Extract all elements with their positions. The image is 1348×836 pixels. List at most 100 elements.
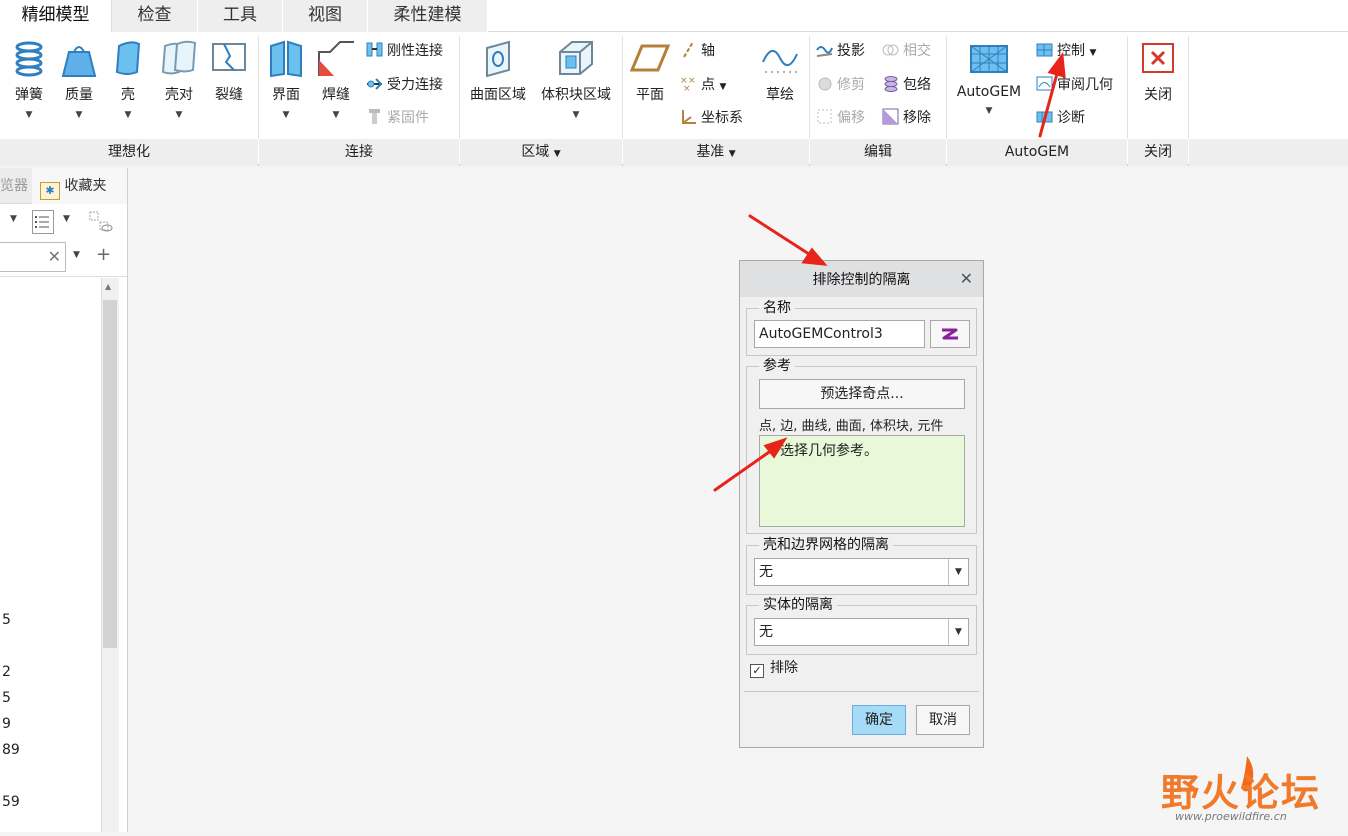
search-input[interactable]: ✕ [0,242,66,272]
autogem-label: AutoGEM [956,84,1022,100]
offset-button[interactable]: 偏移 [816,107,865,129]
tree-item[interactable]: 5 [2,612,11,628]
wrap-button[interactable]: 包络 [882,74,931,96]
close-tab-button[interactable]: 关闭 [1136,38,1180,104]
divider [459,36,460,139]
filter-icon[interactable] [88,210,114,234]
rigid-link-button[interactable]: 刚性连接 [366,40,443,62]
sketch-button[interactable]: 草绘 [758,38,802,104]
preselect-singularity-button[interactable]: 预选择奇点... [759,379,965,409]
shell-pair-button[interactable]: 壳对 ▼ [156,38,202,120]
add-icon[interactable]: + [96,244,111,265]
chevron-down-icon: ▼ [985,106,993,116]
fastener-icon [369,109,380,124]
intersect-button[interactable]: 相交 [882,40,931,62]
project-label: 投影 [837,43,865,59]
review-geometry-label: 审阅几何 [1057,77,1113,93]
reference-collector[interactable]: 选择几何参考。 [759,435,965,527]
chevron-down-icon[interactable]: ▼ [10,214,17,224]
weighted-link-button[interactable]: 受力连接 [366,74,443,96]
group-label-connections: 连接 [259,139,459,166]
ok-button[interactable]: 确定 [852,705,906,735]
show-menu-icon[interactable] [32,210,54,234]
clear-icon[interactable]: ✕ [48,247,61,266]
chevron-down-icon[interactable]: ▼ [63,214,70,224]
cancel-button[interactable]: 取消 [916,705,970,735]
tab-inspect[interactable]: 检查 [112,0,198,32]
spring-label: 弹簧 [15,87,43,103]
tree-item[interactable]: 2 [2,664,11,680]
tab-flexible-modeling[interactable]: 柔性建模 [368,0,488,32]
axis-icon [683,41,694,58]
datum-point-button[interactable]: × × × 点 ▼ [680,74,726,96]
shell-button[interactable]: 壳 ▼ [110,38,146,120]
coordinate-system-button[interactable]: 坐标系 [680,107,743,129]
group-label-datum[interactable]: 基准 ▼ [623,139,809,166]
shell-label: 壳 [121,87,135,103]
remove-button[interactable]: 移除 [882,107,931,129]
fastener-button[interactable]: 紧固件 [366,107,429,129]
scroll-thumb[interactable] [103,300,117,648]
watermark-logo: 野火论坛 www.proewildfire.cn [1161,746,1348,832]
interface-button[interactable]: 界面 ▼ [266,38,306,120]
exclude-checkbox-row[interactable]: ✓ 排除 [750,659,798,678]
mass-button[interactable]: 质量 ▼ [58,38,100,120]
tab-browser[interactable]: 览器 [0,168,30,204]
diagnostics-icon [1036,111,1053,123]
divider [0,276,127,277]
chevron-down-icon[interactable]: ▼ [73,250,80,260]
chevron-down-icon[interactable]: ▼ [948,619,968,645]
scrollbar[interactable]: ▲ [101,278,119,832]
exclude-checkbox[interactable]: ✓ [750,664,764,678]
name-edit-button[interactable] [930,320,970,348]
volume-region-button[interactable]: 体积块区域 ▼ [536,38,616,120]
crack-button[interactable]: 裂缝 [208,38,250,104]
weld-button[interactable]: 焊缝 ▼ [316,38,356,120]
tab-tools[interactable]: 工具 [198,0,283,32]
fastener-label: 紧固件 [387,110,429,126]
diagnostics-label: 诊断 [1057,110,1085,126]
shell-isolation-select[interactable]: 无 ▼ [754,558,969,586]
review-geometry-button[interactable]: 审阅几何 [1036,74,1113,96]
tree-item[interactable]: 89 [2,742,20,758]
spring-button[interactable]: 弹簧 ▼ [8,38,50,120]
chevron-down-icon[interactable]: ▼ [948,559,968,585]
ribbon-tabs: 精细模型 检查 工具 视图 柔性建模 [0,0,1348,32]
offset-icon [817,109,832,124]
group-label-regions[interactable]: 区域 ▼ [460,139,622,166]
scroll-up-icon[interactable]: ▲ [105,282,111,291]
group-label-autogem: AutoGEM [947,139,1127,166]
tab-refined-model[interactable]: 精细模型 [0,0,112,32]
mass-icon [61,46,97,77]
name-field[interactable]: AutoGEMControl3 [754,320,925,348]
datum-axis-button[interactable]: 轴 [680,40,715,62]
shell-isolation-value: 无 [759,564,773,580]
diagnostics-button[interactable]: 诊断 [1036,107,1085,129]
tab-favorites[interactable]: ✱ 收藏夹 [32,168,127,204]
trim-button[interactable]: 修剪 [816,74,865,96]
remove-label: 移除 [903,110,931,126]
tab-view[interactable]: 视图 [283,0,368,32]
divider [622,36,623,139]
close-icon[interactable]: ✕ [960,261,973,297]
autogem-button[interactable]: AutoGEM ▼ [952,38,1026,116]
tree-item[interactable]: 5 [2,690,11,706]
review-geometry-icon [1036,76,1053,91]
surface-region-icon [486,40,510,78]
tree-item[interactable]: 9 [2,716,11,732]
remove-icon [882,108,899,125]
solid-isolation-select[interactable]: 无 ▼ [754,618,969,646]
surface-region-button[interactable]: 曲面区域 [466,38,530,104]
divider [1188,36,1189,139]
project-button[interactable]: 投影 [816,40,865,62]
weighted-link-label: 受力连接 [387,77,443,93]
intersect-label: 相交 [903,43,931,59]
datum-plane-button[interactable]: 平面 [628,38,672,104]
control-button[interactable]: 控制 ▼ [1036,40,1096,62]
tree-item[interactable]: 59 [2,794,20,810]
weighted-link-icon [367,78,383,90]
chevron-down-icon: ▼ [553,149,561,159]
coordinate-system-label: 坐标系 [701,110,743,126]
wrap-icon [884,76,898,92]
weld-label: 焊缝 [322,87,350,103]
